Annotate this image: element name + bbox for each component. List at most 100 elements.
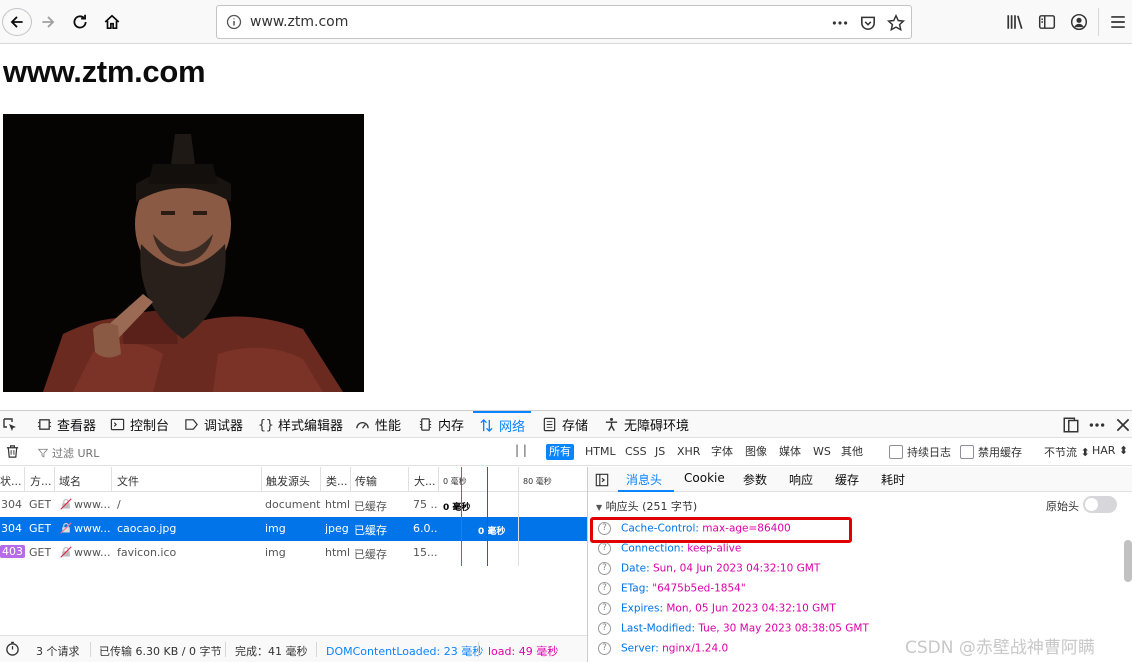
- filter-font[interactable]: 字体: [708, 444, 736, 460]
- page-actions-icon[interactable]: [831, 14, 849, 32]
- tab-network[interactable]: 网络: [473, 411, 532, 438]
- filter-other[interactable]: 其他: [838, 444, 866, 460]
- url-filter-input[interactable]: 过滤 URL: [38, 445, 99, 461]
- filter-media[interactable]: 媒体: [776, 444, 804, 460]
- back-button[interactable]: [2, 8, 32, 36]
- collapse-triangle-icon[interactable]: ▼: [596, 503, 602, 512]
- persist-log-box[interactable]: [889, 445, 903, 459]
- filter-html[interactable]: HTML: [582, 444, 619, 460]
- col-method[interactable]: 方...: [30, 473, 52, 489]
- persist-log-checkbox[interactable]: 持续日志: [889, 444, 951, 460]
- column-divider: [24, 467, 25, 492]
- filter-js[interactable]: JS: [652, 444, 669, 460]
- row-transferred: 已缓存: [354, 524, 387, 537]
- header-key: Date:: [621, 562, 650, 575]
- devtools-menu-icon[interactable]: [1088, 416, 1106, 434]
- tab-debugger-label: 调试器: [204, 419, 244, 434]
- home-button[interactable]: [98, 8, 126, 36]
- help-question-icon[interactable]: ?: [598, 642, 611, 655]
- filter-ws[interactable]: WS: [810, 444, 834, 460]
- col-timing-80: 80 毫秒: [523, 477, 552, 486]
- col-transferred[interactable]: 传输: [355, 473, 377, 489]
- tab-memory[interactable]: 内存: [418, 411, 464, 438]
- tab-style-editor[interactable]: {} 样式编辑器: [258, 411, 343, 438]
- table-row-selected[interactable]: 304 GET www.... caocao.jpg img jpeg 已缓存 …: [0, 517, 587, 541]
- column-divider: [350, 467, 351, 492]
- reload-button[interactable]: [66, 8, 94, 36]
- row-type: jpeg: [325, 522, 349, 535]
- table-row[interactable]: 403 GET www.... favicon.ico img html 已缓存…: [0, 541, 587, 565]
- memory-chip-icon: [419, 418, 432, 431]
- col-file[interactable]: 文件: [117, 473, 139, 489]
- header-row[interactable]: ? Server: nginx/1.24.0: [598, 642, 728, 662]
- tab-response[interactable]: 响应: [789, 471, 813, 488]
- clear-trash-icon[interactable]: [5, 444, 20, 459]
- filter-xhr[interactable]: XHR: [674, 444, 704, 460]
- raw-headers-toggle[interactable]: [1083, 496, 1117, 513]
- disable-cache-checkbox[interactable]: 禁用缓存: [960, 444, 1022, 460]
- tab-console[interactable]: 控制台: [110, 411, 169, 438]
- col-domain[interactable]: 域名: [59, 473, 81, 489]
- header-row[interactable]: ? Expires: Mon, 05 Jun 2023 04:32:10 GMT: [598, 602, 836, 622]
- tab-storage[interactable]: 存储: [542, 411, 588, 438]
- account-icon[interactable]: [1070, 13, 1088, 31]
- col-type[interactable]: 类...: [326, 473, 348, 489]
- dock-layout-icon[interactable]: [1062, 416, 1080, 434]
- toggle-panel-icon[interactable]: [595, 472, 609, 487]
- pocket-icon[interactable]: [859, 14, 877, 32]
- tab-accessibility[interactable]: 无障碍环境: [604, 411, 689, 438]
- header-row[interactable]: ? Connection: keep-alive: [598, 542, 741, 562]
- tab-debugger[interactable]: 调试器: [184, 411, 243, 438]
- header-row[interactable]: ? Date: Sun, 04 Jun 2023 04:32:10 GMT: [598, 562, 820, 582]
- response-headers-section[interactable]: ▼ 响应头 (251 字节): [596, 498, 697, 514]
- row-type: html: [325, 546, 351, 559]
- active-tab-underline: [618, 490, 674, 492]
- url-text[interactable]: www.ztm.com: [250, 14, 348, 30]
- tab-performance[interactable]: 性能: [355, 411, 401, 438]
- help-question-icon[interactable]: ?: [598, 582, 611, 595]
- tab-headers[interactable]: 消息头: [626, 471, 662, 488]
- tab-inspector[interactable]: 查看器: [37, 411, 96, 438]
- tab-params[interactable]: 参数: [743, 471, 767, 488]
- url-bar[interactable]: www.ztm.com: [216, 5, 912, 39]
- element-picker-icon[interactable]: [2, 417, 18, 433]
- filter-image[interactable]: 图像: [742, 444, 770, 460]
- header-row[interactable]: ? ETag: "6475b5ed-1854": [598, 582, 746, 602]
- persist-log-label: 持续日志: [907, 446, 951, 459]
- filter-css[interactable]: CSS: [622, 444, 650, 460]
- header-key: ETag:: [621, 582, 649, 595]
- row-status: 304: [1, 522, 22, 535]
- help-question-icon[interactable]: ?: [598, 602, 611, 615]
- help-question-icon[interactable]: ?: [598, 542, 611, 555]
- reload-icon: [73, 14, 87, 29]
- bookmark-star-icon[interactable]: [886, 13, 906, 32]
- forward-button[interactable]: [34, 8, 62, 36]
- row-timing: 0 毫秒: [443, 503, 471, 513]
- menu-icon[interactable]: [1109, 13, 1127, 31]
- tab-timings[interactable]: 耗时: [881, 471, 905, 488]
- raw-headers-label: 原始头: [1046, 500, 1079, 513]
- library-icon[interactable]: [1006, 13, 1024, 31]
- table-row[interactable]: 304 GET www.... / document html 已缓存 75 .…: [0, 493, 587, 517]
- col-size[interactable]: 大...: [414, 473, 436, 489]
- info-icon[interactable]: [226, 14, 242, 30]
- col-cause[interactable]: 触发源头: [266, 473, 310, 489]
- header-row[interactable]: ? Last-Modified: Tue, 30 May 2023 08:38:0…: [598, 622, 869, 642]
- close-devtools-icon[interactable]: [1114, 416, 1132, 434]
- sidebar-icon[interactable]: [1038, 13, 1056, 31]
- throttle-select[interactable]: 不节流 ⬍: [1044, 444, 1090, 460]
- har-menu[interactable]: HAR ⬍: [1092, 444, 1128, 457]
- tab-cookie[interactable]: Cookie: [684, 471, 725, 485]
- stopwatch-icon[interactable]: [5, 641, 20, 659]
- tab-cache[interactable]: 缓存: [835, 471, 859, 488]
- details-scrollbar[interactable]: [1124, 540, 1132, 582]
- help-question-icon[interactable]: ?: [598, 622, 611, 635]
- help-question-icon[interactable]: ?: [598, 562, 611, 575]
- header-key: Connection:: [621, 542, 684, 555]
- summary-load: load: 49 毫秒: [488, 645, 559, 658]
- pause-button[interactable]: | |: [515, 443, 527, 457]
- details-tabbar: 消息头 Cookie 参数 响应 缓存 耗时: [588, 467, 1132, 492]
- filter-all[interactable]: 所有: [546, 444, 574, 460]
- disable-cache-box[interactable]: [960, 445, 974, 459]
- col-status[interactable]: 状...: [0, 473, 22, 489]
